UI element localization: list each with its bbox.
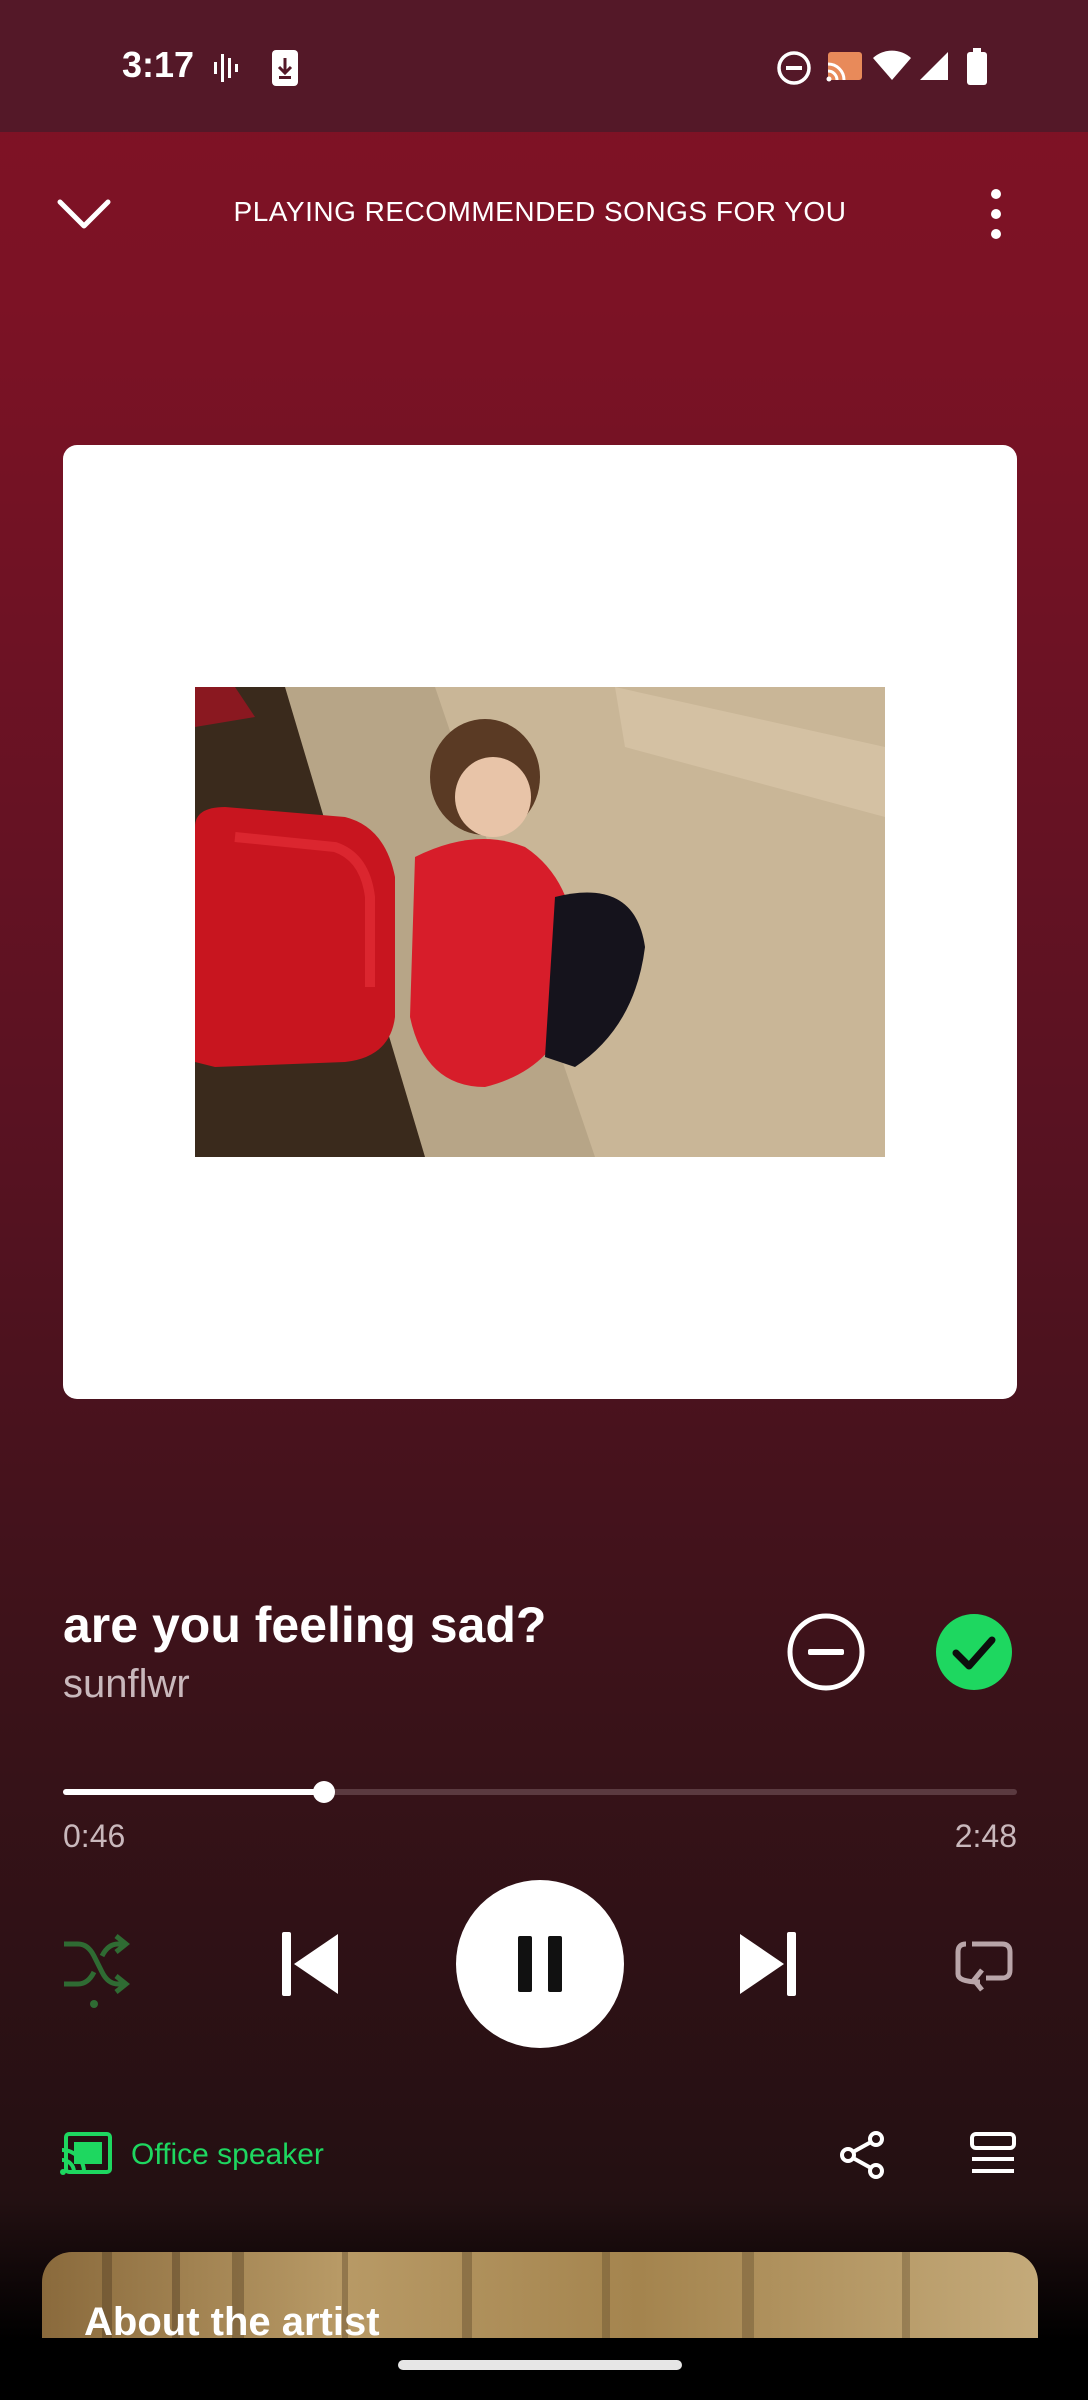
track-duration: 2:48 <box>954 1818 1017 1854</box>
check-circle-icon[interactable] <box>934 1612 1014 1692</box>
do-not-disturb-icon <box>777 51 811 85</box>
album-artwork <box>63 445 1017 1399</box>
cellular-icon <box>920 52 948 80</box>
system-navigation-bar <box>0 2338 1088 2400</box>
share-icon[interactable] <box>838 2130 888 2180</box>
track-title[interactable]: are you feeling sad? <box>63 1596 546 1654</box>
battery-icon <box>967 48 987 85</box>
cast-icon <box>826 52 862 82</box>
status-bar: 3:17 <box>0 0 1088 132</box>
home-indicator[interactable] <box>398 2360 682 2370</box>
shuffle-icon[interactable] <box>60 1930 130 2010</box>
skip-previous-icon[interactable] <box>278 1930 342 1998</box>
progress-fill <box>63 1789 325 1795</box>
pause-icon <box>518 1936 562 1992</box>
elapsed-time: 0:46 <box>63 1818 126 1854</box>
context-title: PLAYING RECOMMENDED SONGS FOR YOU <box>233 196 847 227</box>
progress-bar[interactable] <box>63 1781 1017 1803</box>
download-icon <box>272 50 298 86</box>
device-picker-label[interactable]: Office speaker <box>131 2138 324 2172</box>
cast-connected-icon[interactable] <box>60 2132 112 2176</box>
wifi-icon <box>873 50 911 80</box>
artwork-illustration <box>195 687 885 1157</box>
queue-icon[interactable] <box>970 2132 1016 2176</box>
more-vertical-icon[interactable] <box>984 186 1008 242</box>
minus-circle-icon[interactable] <box>786 1612 866 1692</box>
pause-button[interactable] <box>456 1880 624 2048</box>
chevron-down-icon[interactable] <box>56 196 112 232</box>
voicemail-icon <box>214 54 238 82</box>
now-playing-screen: 3:17 PLAYING RECOMMENDED SONGS FOR YOU a… <box>0 0 1088 2400</box>
status-time: 3:17 <box>122 44 195 85</box>
repeat-icon[interactable] <box>952 1934 1016 1998</box>
skip-next-icon[interactable] <box>736 1930 800 1998</box>
track-artist[interactable]: sunflwr <box>63 1662 190 1707</box>
artwork-photo <box>195 687 885 1157</box>
progress-thumb[interactable] <box>313 1781 336 1803</box>
